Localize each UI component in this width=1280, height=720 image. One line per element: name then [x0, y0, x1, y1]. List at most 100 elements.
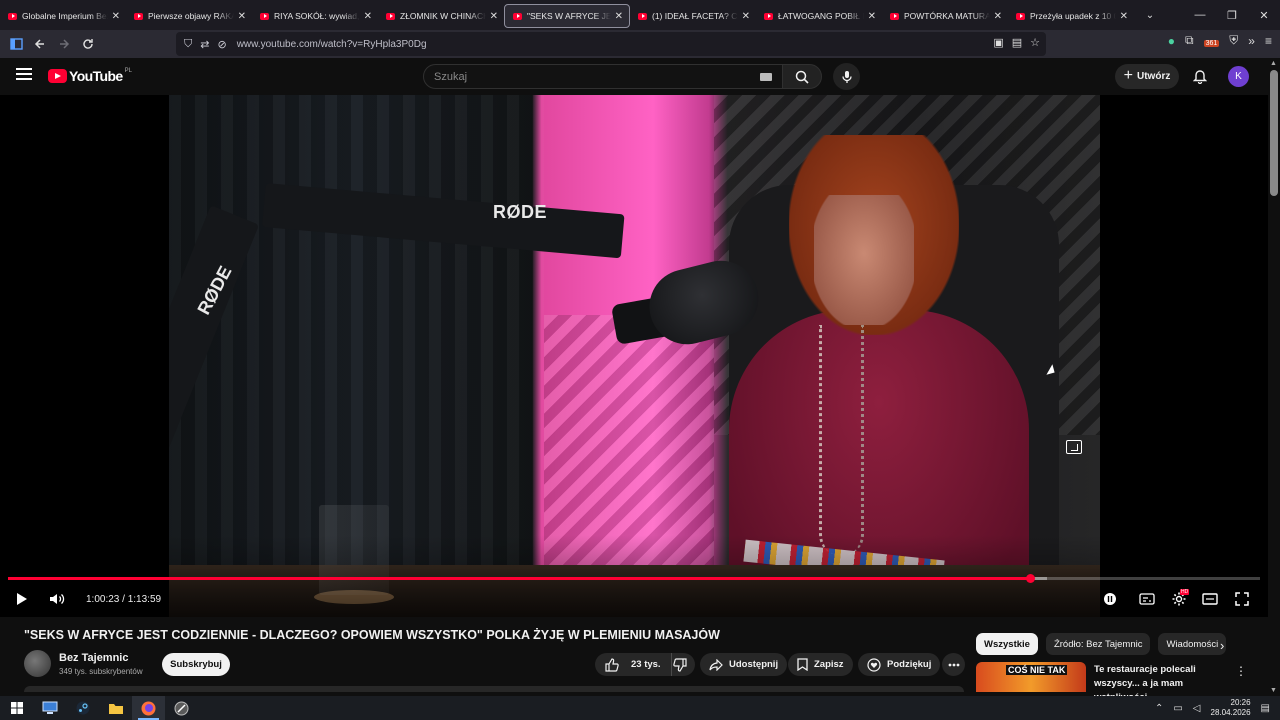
progress-bar[interactable] — [8, 574, 1260, 583]
tab-close-icon[interactable]: ✕ — [112, 11, 120, 22]
dislike-button[interactable] — [672, 653, 695, 676]
camera-blocked-icon[interactable]: ⊘ — [217, 38, 226, 51]
url-text[interactable]: www.youtube.com/watch?v=RyHpla3P0Dg — [237, 39, 427, 50]
keyboard-icon[interactable] — [760, 73, 772, 81]
settings-button[interactable]: HD — [1168, 588, 1190, 610]
browser-tab[interactable]: (1) IDEAŁ FACETA? CZEG ✕ — [630, 4, 756, 28]
tab-title: RIYA SOKÓŁ: wywiad, pie — [274, 11, 360, 21]
extensions-icon[interactable]: ⧉ — [1185, 33, 1194, 48]
browser-tab[interactable]: Przeżyła upadek z 10 00 ✕ — [1008, 4, 1134, 28]
speaker-icon[interactable]: ◁ — [1193, 703, 1201, 714]
bookmark-icon — [797, 658, 808, 671]
search-button[interactable] — [782, 64, 822, 89]
fullscreen-button[interactable] — [1231, 588, 1253, 610]
tab-close-icon[interactable]: ✕ — [868, 11, 876, 22]
thanks-label: Podziękuj — [887, 659, 932, 670]
browser-tab-strip: Globalne Imperium Bezk ✕ Pierwsze objawy R… — [0, 0, 1280, 30]
reload-button[interactable] — [76, 32, 100, 56]
autoplay-pause-icon — [1104, 593, 1116, 605]
recommended-thumbnail[interactable]: COŚ NIE TAK — [976, 662, 1086, 692]
list-all-tabs-button[interactable]: ⌄ — [1140, 10, 1160, 21]
miniplayer-icon[interactable] — [1066, 440, 1082, 454]
filter-chip[interactable]: Wszystkie — [976, 633, 1038, 655]
tab-close-icon[interactable]: ✕ — [490, 11, 498, 22]
taskbar-app-monitor[interactable] — [33, 696, 66, 720]
reader-view-icon[interactable]: ▤ — [1012, 36, 1022, 49]
minimize-button[interactable]: — — [1184, 0, 1216, 30]
taskbar-app-file-explorer[interactable] — [99, 696, 132, 720]
scroll-down-arrow-icon[interactable]: ▼ — [1270, 687, 1277, 694]
tray-overflow-chevron-icon[interactable]: ⌃ — [1155, 703, 1163, 714]
counter-extension-icon[interactable]: 361 — [1203, 34, 1220, 48]
description-box[interactable] — [24, 686, 964, 692]
forward-button[interactable] — [52, 32, 76, 56]
taskbar-app-firefox[interactable] — [132, 696, 165, 720]
subscriber-count: 349 tys. subskrybentów — [59, 667, 143, 676]
tab-close-icon[interactable]: ✕ — [742, 11, 750, 22]
like-button[interactable]: 23 tys. — [595, 653, 672, 676]
account-avatar[interactable]: K — [1228, 66, 1249, 87]
maximize-button[interactable]: ❐ — [1216, 0, 1248, 30]
taskbar-app-steam[interactable] — [66, 696, 99, 720]
play-button[interactable] — [12, 588, 32, 610]
permissions-icon[interactable]: ⇄ — [200, 38, 209, 51]
bookmark-star-icon[interactable]: ☆ — [1030, 36, 1040, 49]
browser-tab[interactable]: POWTÓRKA MATURALN ✕ — [882, 4, 1008, 28]
scroll-up-arrow-icon[interactable]: ▲ — [1270, 60, 1277, 67]
notifications-button[interactable] — [1190, 66, 1210, 86]
filter-chip[interactable]: Źródło: Bez Tajemnic — [1045, 633, 1151, 655]
volume-button[interactable] — [46, 588, 68, 610]
scrollbar-thumb[interactable] — [1270, 70, 1278, 196]
browser-tab[interactable]: "SEKS W AFRYCE JEST C ✕ — [504, 4, 630, 28]
tab-title: Pierwsze objawy RAKA P — [148, 11, 234, 21]
overflow-chevron-icon[interactable]: » — [1248, 34, 1255, 48]
back-button[interactable] — [28, 32, 52, 56]
create-button[interactable]: + Utwórz — [1115, 64, 1179, 89]
browser-tab[interactable]: Globalne Imperium Bezk ✕ — [0, 4, 126, 28]
browser-tab[interactable]: ZŁOMNIK W CHINACH # ✕ — [378, 4, 504, 28]
voice-search-button[interactable] — [833, 63, 860, 90]
autoplay-toggle[interactable] — [1099, 588, 1121, 610]
save-button[interactable]: Zapisz — [788, 653, 853, 676]
close-window-button[interactable]: ✕ — [1248, 0, 1280, 30]
subtitles-button[interactable] — [1136, 588, 1158, 610]
video-player[interactable]: RØDE RØDE 1:00:23 / 1:13:59 HD — [0, 95, 1268, 617]
share-button[interactable]: Udostępnij — [700, 653, 788, 676]
volume-icon — [50, 594, 65, 604]
progress-scrubber[interactable] — [1025, 574, 1035, 583]
taskbar-app-tool[interactable] — [165, 696, 198, 720]
app-menu-icon[interactable]: ≡ — [1265, 34, 1272, 48]
clock[interactable]: 20:26 28.04.2026 — [1211, 698, 1251, 718]
search-input[interactable]: Szukaj — [423, 64, 783, 89]
notification-center-icon[interactable]: ▤ — [1261, 703, 1270, 714]
youtube-logo[interactable]: YouTube PL — [48, 68, 132, 84]
hamburger-menu-icon[interactable] — [16, 68, 32, 80]
page-scrollbar[interactable]: ▲ ▼ — [1268, 58, 1280, 696]
browser-tab[interactable]: ŁATWOGANG POBIŁ REK ✕ — [756, 4, 882, 28]
recommended-more-icon[interactable]: ⋮ — [1235, 664, 1247, 678]
youtube-favicon-icon — [1016, 12, 1025, 20]
theater-mode-button[interactable] — [1199, 588, 1221, 610]
sidebar-toggle-icon[interactable] — [4, 32, 28, 56]
picture-in-picture-icon[interactable]: ▣ — [993, 36, 1003, 49]
adblock-extension-icon[interactable]: ⛨ — [1229, 33, 1238, 48]
subscribe-button[interactable]: Subskrybuj — [162, 653, 230, 676]
vpn-extension-icon[interactable]: ● — [1168, 34, 1175, 48]
chips-next-chevron-icon[interactable]: › — [1220, 638, 1224, 653]
tab-close-icon[interactable]: ✕ — [615, 11, 623, 22]
tab-close-icon[interactable]: ✕ — [994, 11, 1002, 22]
channel-name[interactable]: Bez Tajemnic — [59, 652, 129, 664]
tab-close-icon[interactable]: ✕ — [364, 11, 372, 22]
more-actions-button[interactable] — [942, 653, 965, 676]
tab-close-icon[interactable]: ✕ — [1120, 11, 1128, 22]
address-bar[interactable]: ⛉ ⇄ ⊘ www.youtube.com/watch?v=RyHpla3P0D… — [176, 32, 1046, 56]
browser-tab[interactable]: Pierwsze objawy RAKA P ✕ — [126, 4, 252, 28]
start-button[interactable] — [0, 696, 33, 720]
channel-avatar[interactable] — [24, 650, 51, 677]
thanks-button[interactable]: Podziękuj — [858, 653, 941, 676]
shield-icon[interactable]: ⛉ — [184, 38, 192, 51]
tab-close-icon[interactable]: ✕ — [238, 11, 246, 22]
network-icon[interactable]: ▭ — [1173, 703, 1182, 714]
browser-tab[interactable]: RIYA SOKÓŁ: wywiad, pie ✕ — [252, 4, 378, 28]
filter-chip[interactable]: Wiadomości — [1158, 633, 1227, 655]
